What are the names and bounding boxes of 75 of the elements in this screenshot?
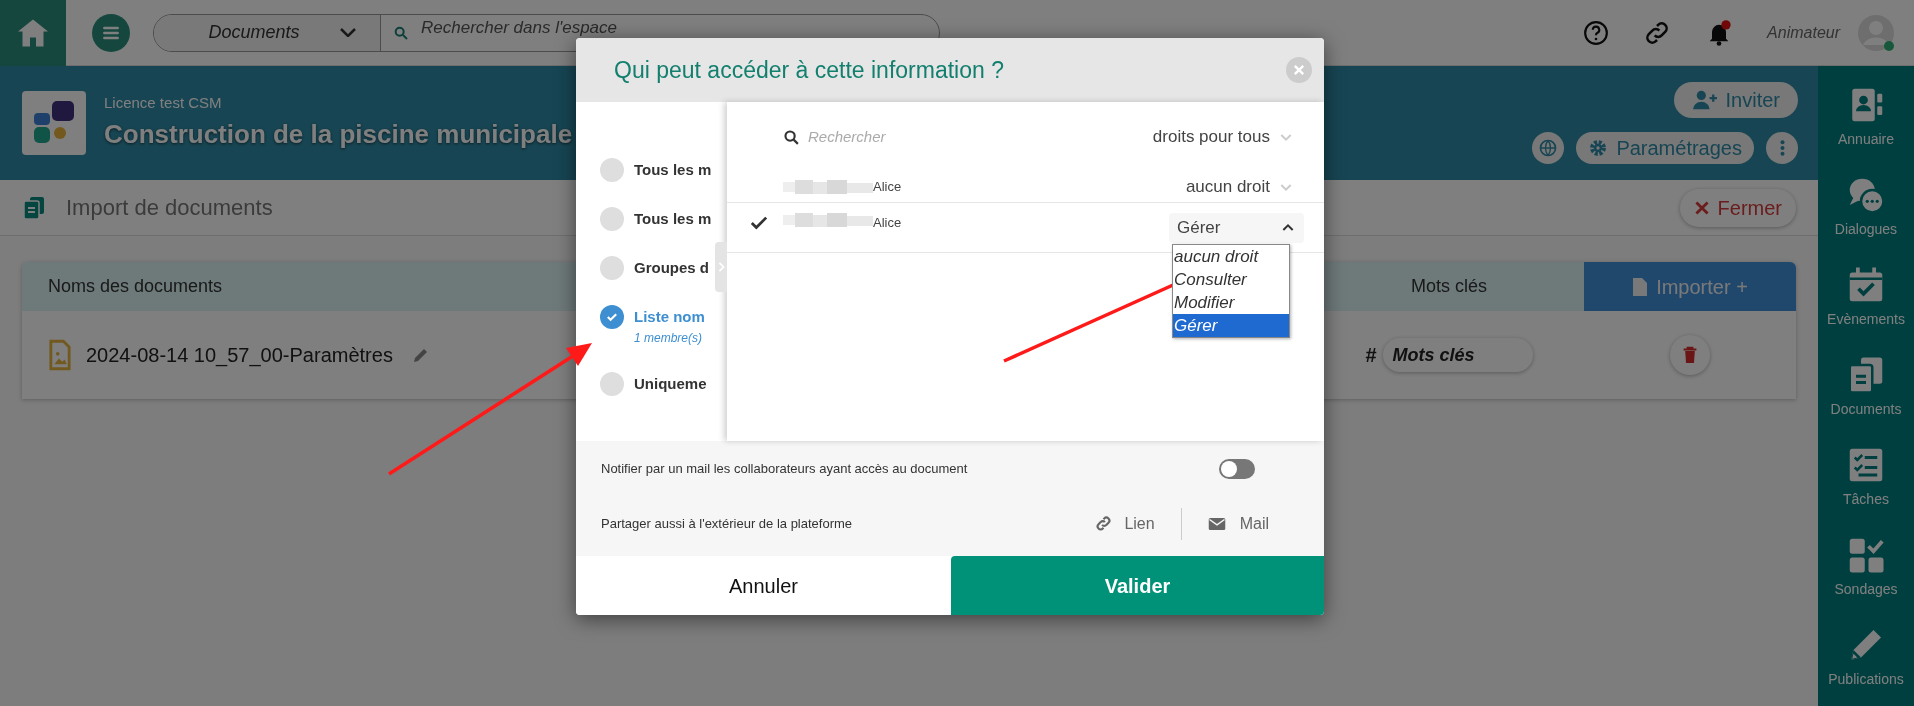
radio-button[interactable]: [600, 372, 624, 396]
scope-label: Documents: [208, 21, 300, 44]
language-button[interactable]: [1532, 132, 1565, 164]
dropdown-option[interactable]: Modifier: [1173, 291, 1289, 314]
trash-icon: [1682, 346, 1698, 364]
settings-button[interactable]: Paramétrages: [1576, 132, 1754, 164]
documents-icon: [22, 195, 46, 220]
project-logo: [22, 91, 86, 155]
radio-button[interactable]: [600, 158, 624, 182]
radio-button[interactable]: [600, 256, 624, 280]
hash-symbol: #: [1365, 343, 1377, 368]
panel-toggle[interactable]: [715, 242, 727, 292]
delete-button[interactable]: [1670, 335, 1710, 375]
dropdown-option[interactable]: Consulter: [1173, 268, 1289, 291]
envelope-icon: [1207, 516, 1226, 531]
confirm-button[interactable]: Valider: [951, 556, 1324, 615]
radio-button[interactable]: [600, 207, 624, 231]
close-button[interactable]: [1286, 57, 1312, 83]
search-icon: [393, 24, 409, 41]
radio-button[interactable]: [600, 305, 624, 329]
dropdown-option[interactable]: Gérer: [1173, 314, 1289, 337]
sidebar-item[interactable]: Publications: [1818, 620, 1914, 694]
member-name: Alice: [873, 214, 902, 232]
sidebar-item[interactable]: Tâches: [1818, 440, 1914, 514]
license-label: Licence test CSM: [104, 93, 223, 114]
help-icon[interactable]: [1583, 19, 1610, 46]
option-label[interactable]: Liste nom: [634, 305, 705, 329]
rights-select[interactable]: Gérer: [1169, 213, 1304, 243]
close-icon: [1693, 199, 1710, 216]
search-icon: [783, 128, 800, 146]
member-count: 1 membre(s): [634, 330, 703, 347]
globe-icon: [1538, 138, 1559, 158]
search-field[interactable]: Rechercher: [808, 125, 1008, 149]
file-icon: [1632, 276, 1649, 297]
sidebar-item[interactable]: Dialogues: [1818, 170, 1914, 244]
project-title: Construction de la piscine municipale: [104, 117, 573, 151]
sidebar-item[interactable]: Documents: [1818, 350, 1914, 424]
search-field[interactable]: Rechercher dans l'espace: [421, 16, 626, 39]
rights-dropdown[interactable]: droits pour tous: [1152, 124, 1294, 150]
share-label: Partager aussi à l'extérieur de la plateforme: [601, 514, 853, 533]
check-icon: [605, 310, 619, 324]
cancel-button[interactable]: Annuler: [576, 556, 951, 615]
notify-label: Notifier par un mail les collaborateurs ayant accès au document: [601, 459, 968, 478]
more-icon: [1779, 139, 1785, 157]
image-file-icon: [48, 339, 72, 371]
column-header: Noms des documents: [48, 275, 223, 298]
add-user-icon: [1691, 89, 1718, 111]
sidebar-item[interactable]: Sondages: [1818, 530, 1914, 604]
user-name: Animateur: [1767, 22, 1840, 43]
chevron-down-icon: [339, 28, 356, 37]
menu-button[interactable]: [92, 13, 130, 52]
option-label[interactable]: Tous les m: [634, 158, 712, 182]
close-button[interactable]: Fermer: [1679, 188, 1796, 227]
option-label[interactable]: Tous les m: [634, 207, 712, 231]
page-title: Import de documents: [66, 194, 273, 222]
notify-toggle[interactable]: [1219, 458, 1255, 479]
chevron-right-icon: [717, 261, 725, 273]
more-button[interactable]: [1766, 132, 1798, 164]
file-name: 2024-08-14 10_57_00-Paramètres: [86, 343, 393, 369]
column-header: Mots clés: [1410, 275, 1488, 298]
close-icon: [1293, 64, 1305, 76]
link-icon: [1095, 515, 1113, 532]
option-label[interactable]: Groupes d: [634, 256, 709, 280]
dropdown-option[interactable]: aucun droit: [1173, 245, 1289, 268]
rights-select[interactable]: aucun droit: [1185, 172, 1294, 202]
avatar-icon[interactable]: [1856, 12, 1896, 53]
option-label[interactable]: Uniqueme: [634, 372, 707, 396]
member-name: Alice: [873, 178, 902, 197]
sidebar-item[interactable]: Evènements: [1818, 260, 1914, 334]
link-button[interactable]: Lien: [1095, 511, 1155, 536]
dialog-title: Qui peut accéder à cette information ?: [614, 55, 1004, 85]
sidebar-item[interactable]: Annuaire: [1818, 80, 1914, 154]
home-button[interactable]: [0, 0, 66, 66]
keyword-field[interactable]: Mots clés: [1382, 338, 1533, 372]
mail-button[interactable]: Mail: [1207, 511, 1269, 536]
